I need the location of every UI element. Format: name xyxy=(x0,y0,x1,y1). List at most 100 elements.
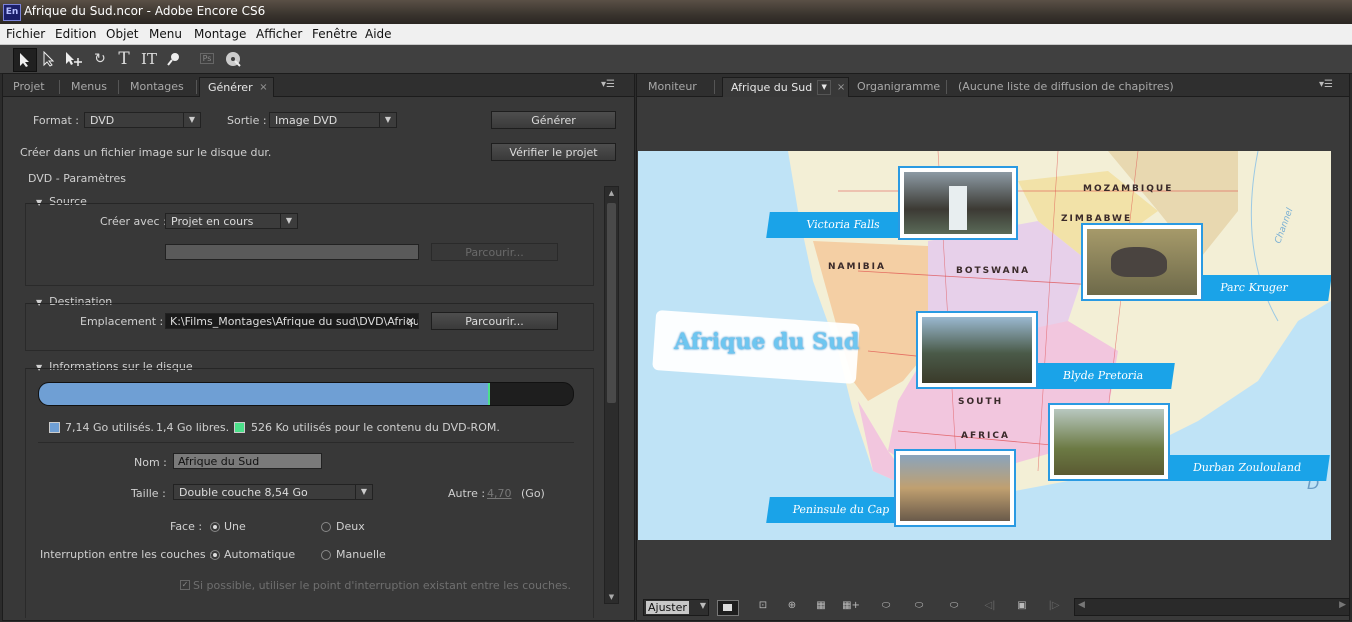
scroll-down-icon[interactable]: ▼ xyxy=(605,591,618,603)
add-button-icon[interactable]: ▦+ xyxy=(840,600,862,612)
scroll-up-icon[interactable]: ▲ xyxy=(605,187,618,199)
button-victoria-falls[interactable]: Victoria Falls xyxy=(766,212,920,238)
scroll-thumb[interactable] xyxy=(607,203,616,403)
routing-normal-icon[interactable]: ⬭ xyxy=(877,600,895,612)
tab-montages[interactable]: Montages xyxy=(122,77,192,96)
left-tab-bar: Projet Menus Montages Générer × ▾☰ xyxy=(3,74,634,97)
dvdrom-text: 526 Ko utilisés pour le contenu du DVD-R… xyxy=(251,421,500,434)
next-icon[interactable]: |▷ xyxy=(1047,600,1061,612)
menu-menu[interactable]: Menu xyxy=(149,27,182,41)
menu-aide[interactable]: Aide xyxy=(365,27,392,41)
text-tool-icon[interactable]: T xyxy=(113,48,135,70)
tab-organigramme[interactable]: Organigramme xyxy=(849,77,948,96)
tab-generer-label: Générer xyxy=(208,81,253,94)
window-title: Afrique du Sud.ncor - Adobe Encore CS6 xyxy=(24,4,266,18)
rhino-shape xyxy=(1111,247,1167,277)
disc-size-select[interactable]: Double couche 8,54 Go ▼ xyxy=(173,484,373,500)
face-two-radio[interactable] xyxy=(321,522,331,532)
params-scrollbar[interactable]: ▲ ▼ xyxy=(604,186,619,604)
other-size-value[interactable]: 4,70 xyxy=(487,487,512,500)
tab-chapter-playlist[interactable]: (Aucune liste de diffusion de chapitres) xyxy=(950,77,1182,96)
tab-generer[interactable]: Générer × xyxy=(199,77,274,97)
vertical-text-tool-icon[interactable]: IT xyxy=(138,48,160,70)
title-bar: En Afrique du Sud.ncor - Adobe Encore CS… xyxy=(0,0,1352,24)
close-icon[interactable]: × xyxy=(259,78,267,97)
dvdrom-legend-swatch xyxy=(234,422,245,433)
right-tab-bar: Moniteur Afrique du Sud ▼ × Organigramme… xyxy=(637,74,1349,97)
menu-fichier[interactable]: Fichier xyxy=(6,27,45,41)
map-label-botswana: BOTSWANA xyxy=(956,266,1031,276)
menu-afficher[interactable]: Afficher xyxy=(256,27,302,41)
destination-browse-button[interactable]: Parcourir... xyxy=(431,312,558,330)
show-selection-icon[interactable]: ⊡ xyxy=(755,600,771,612)
free-text: 1,4 Go libres. xyxy=(156,421,230,434)
chevron-down-icon: ▼ xyxy=(379,113,396,127)
face-one-radio[interactable] xyxy=(210,522,220,532)
zoom-value: Ajuster xyxy=(646,601,689,614)
tab-menus[interactable]: Menus xyxy=(63,77,115,96)
check-project-button[interactable]: Vérifier le projet xyxy=(491,143,616,161)
location-input[interactable]: K:\Films_Montages\Afrique du sud\DVD\Afr… xyxy=(165,313,419,329)
menu-montage[interactable]: Montage xyxy=(194,27,246,41)
menu-fenetre[interactable]: Fenêtre xyxy=(312,27,357,41)
panel-menu-icon[interactable]: ▾☰ xyxy=(1319,79,1333,90)
toolbar: ↻ T IT Ps xyxy=(0,45,1352,74)
selection-tool-icon[interactable] xyxy=(13,48,37,72)
button-durban-zoulouland[interactable]: Durban Zoulouland xyxy=(1164,455,1330,481)
move-tool-icon[interactable] xyxy=(63,48,85,70)
tab-projet[interactable]: Projet xyxy=(5,77,53,96)
scroll-right-icon[interactable]: ▶ xyxy=(1339,600,1346,610)
source-browse-button[interactable]: Parcourir... xyxy=(431,243,558,261)
tab-afrique-du-sud[interactable]: Afrique du Sud ▼ × xyxy=(722,77,850,97)
grid-view-icon[interactable]: ▦ xyxy=(813,600,829,612)
show-highlight-icon[interactable]: ⊕ xyxy=(784,600,800,612)
location-label: Emplacement : xyxy=(80,315,164,328)
routing-activated-icon[interactable]: ⬭ xyxy=(943,600,965,612)
button-blyde-pretoria[interactable]: Blyde Pretoria xyxy=(1031,363,1175,389)
map-label-south: SOUTH xyxy=(958,397,1004,407)
safe-area-icon[interactable] xyxy=(717,600,739,616)
photoshop-icon[interactable]: Ps xyxy=(196,48,218,70)
format-select[interactable]: DVD ▼ xyxy=(84,112,201,128)
close-icon[interactable]: × xyxy=(837,78,845,97)
chevron-down-icon: ▼ xyxy=(280,214,297,228)
tab-moniteur[interactable]: Moniteur xyxy=(640,77,705,96)
horizontal-scrollbar[interactable]: ◀ ▶ xyxy=(1074,598,1350,616)
chevron-down-icon: ▼ xyxy=(699,601,706,610)
clear-icon[interactable]: ✕ xyxy=(406,314,415,328)
output-select[interactable]: Image DVD ▼ xyxy=(269,112,397,128)
zoom-tool-icon[interactable] xyxy=(163,48,185,70)
panel-menu-icon[interactable]: ▾☰ xyxy=(601,79,615,90)
direct-select-tool-icon[interactable] xyxy=(38,48,60,70)
existing-break-checkbox[interactable]: ✓ xyxy=(180,580,190,590)
create-with-select[interactable]: Projet en cours ▼ xyxy=(165,213,298,229)
tab-afrique-du-sud-label: Afrique du Sud xyxy=(731,81,813,94)
source-path-input[interactable] xyxy=(165,244,419,260)
zoom-select[interactable]: Ajuster ▼ xyxy=(643,599,709,616)
menu-view-icon[interactable]: ▣ xyxy=(1013,600,1031,612)
divider xyxy=(38,442,574,443)
previous-icon[interactable]: ◁| xyxy=(983,600,997,612)
chevron-down-icon[interactable]: ▼ xyxy=(817,80,832,95)
layer-break-manual-radio[interactable] xyxy=(321,550,331,560)
format-label: Format : xyxy=(33,114,79,127)
button-peninsule-du-cap[interactable]: Peninsule du Cap xyxy=(766,497,916,523)
menu-preview[interactable]: MOZAMBIQUE ZIMBABWE NAMIBIA BOTSWANA SOU… xyxy=(638,151,1331,540)
map-label-namibia: NAMIBIA xyxy=(828,262,886,272)
name-label: Nom : xyxy=(134,456,167,469)
routing-selected-icon[interactable]: ⬭ xyxy=(910,600,928,612)
layer-break-auto-radio[interactable] xyxy=(210,550,220,560)
parc-kruger-thumbnail xyxy=(1083,225,1201,299)
menu-objet[interactable]: Objet xyxy=(106,27,138,41)
used-text: 7,14 Go utilisés. xyxy=(65,421,154,434)
durban-thumbnail xyxy=(1050,405,1168,479)
disc-name-input[interactable]: Afrique du Sud xyxy=(173,453,322,469)
build-button[interactable]: Générer xyxy=(491,111,616,129)
rotate-tool-icon[interactable]: ↻ xyxy=(89,48,111,70)
scroll-left-icon[interactable]: ◀ xyxy=(1078,600,1085,610)
face-one-label: Une xyxy=(224,520,246,533)
menu-edition[interactable]: Edition xyxy=(55,27,97,41)
disc-size-value: Double couche 8,54 Go xyxy=(179,486,308,499)
chevron-down-icon: ▼ xyxy=(355,485,372,499)
preview-disc-icon[interactable] xyxy=(222,48,244,70)
